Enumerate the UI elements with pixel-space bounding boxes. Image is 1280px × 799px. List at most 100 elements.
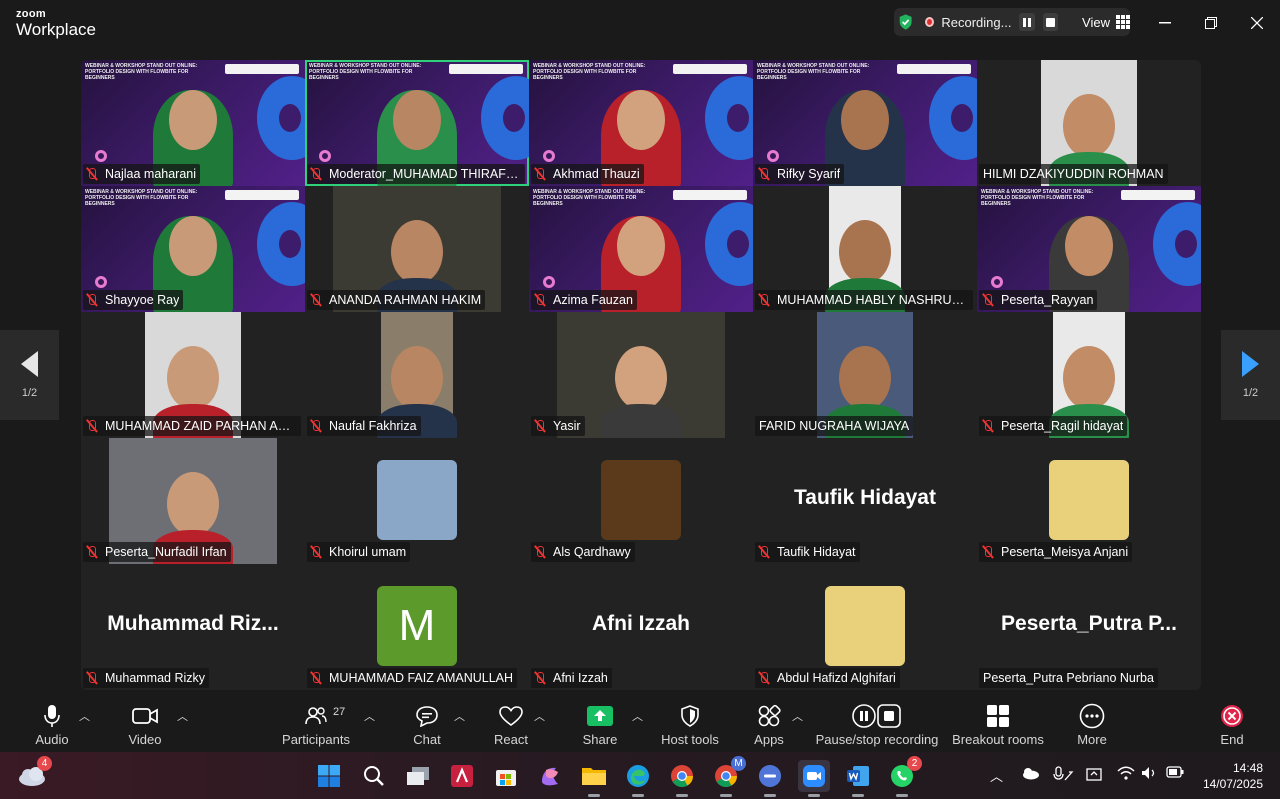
participant-face: [1065, 216, 1113, 276]
participant-name: MUHAMMAD FAIZ AMANULLAH: [329, 671, 514, 685]
weather-widget[interactable]: 4: [16, 756, 52, 792]
next-page-button[interactable]: 1/2: [1221, 330, 1280, 420]
minimize-button[interactable]: [1142, 0, 1188, 45]
copilot-app[interactable]: [534, 760, 566, 792]
taskbar-search[interactable]: [358, 760, 390, 792]
ring-graphic-icon: [991, 276, 1003, 288]
play-graphic-icon: [257, 76, 305, 160]
participants-button[interactable]: Participants: [282, 696, 350, 752]
participant-name: MUHAMMAD HABLY NASHRULLAH: [777, 293, 969, 307]
file-explorer[interactable]: [578, 760, 610, 797]
participant-tile[interactable]: Yasir: [529, 312, 753, 438]
participant-tile[interactable]: WEBINAR & WORKSHOP STAND OUT ONLINE: POR…: [753, 60, 977, 186]
more-button[interactable]: More: [1070, 696, 1114, 752]
edge-browser[interactable]: [622, 760, 654, 797]
share-options-caret[interactable]: ︿: [632, 708, 643, 724]
play-graphic-icon: [257, 202, 305, 286]
sponsor-logos: [673, 64, 747, 74]
participant-tile[interactable]: FARID NUGRAHA WIJAYA: [753, 312, 977, 438]
system-clock[interactable]: 14:48 14/07/2025: [1203, 760, 1263, 792]
chat-button[interactable]: Chat: [405, 696, 449, 752]
pause-stop-recording-button[interactable]: Pause/stop recording: [815, 696, 939, 752]
participant-tile[interactable]: Peserta_Putra P... Peserta_Putra Pebriano…: [977, 564, 1201, 690]
apps-options-caret[interactable]: ︿: [792, 708, 803, 724]
microsoft-store[interactable]: [490, 760, 522, 792]
participant-tile[interactable]: WEBINAR & WORKSHOP STAND OUT ONLINE: POR…: [529, 60, 753, 186]
chrome-profile-m[interactable]: M: [710, 756, 746, 797]
participant-tile[interactable]: Peserta_Ragil hidayat: [977, 312, 1201, 438]
name-tag: Afni Izzah: [531, 668, 612, 688]
zoom-app[interactable]: [798, 760, 830, 797]
muted-mic-icon: [533, 167, 547, 181]
mic-in-use-icon[interactable]: [1052, 766, 1074, 785]
webinar-banner-text: WEBINAR & WORKSHOP STAND OUT ONLINE: POR…: [981, 189, 1094, 207]
share-button[interactable]: Share: [578, 696, 622, 752]
canva-app[interactable]: [754, 760, 786, 797]
participant-tile[interactable]: MUHAMMAD ZAID PARHAN ADRI...: [81, 312, 305, 438]
participant-face: [169, 90, 217, 150]
ring-graphic-icon: [543, 276, 555, 288]
participant-tile[interactable]: MUHAMMAD HABLY NASHRULLAH: [753, 186, 977, 312]
sponsor-logos: [449, 64, 523, 74]
zoom-icon: [803, 765, 825, 787]
end-meeting-button[interactable]: End: [1210, 696, 1254, 752]
participant-name: Azima Fauzan: [553, 293, 633, 307]
ring-graphic-icon: [543, 150, 555, 162]
participant-tile[interactable]: ANANDA RAHMAN HAKIM: [305, 186, 529, 312]
audio-options-caret[interactable]: ︿: [79, 708, 90, 724]
wifi-icon[interactable]: [1117, 766, 1135, 783]
participant-tile[interactable]: WEBINAR & WORKSHOP STAND OUT ONLINE: POR…: [977, 186, 1201, 312]
show-hidden-icons-caret[interactable]: ︿: [990, 766, 1003, 785]
participant-tile[interactable]: HILMI DZAKIYUDDIN ROHMAN: [977, 60, 1201, 186]
task-view-button[interactable]: [402, 760, 434, 792]
react-options-caret[interactable]: ︿: [534, 708, 545, 724]
participant-tile[interactable]: Muhammad Riz... Muhammad Rizky: [81, 564, 305, 690]
word-app[interactable]: [842, 760, 874, 797]
participant-tile[interactable]: Afni Izzah Afni Izzah: [529, 564, 753, 690]
audio-button[interactable]: Audio: [30, 696, 74, 752]
participant-tile[interactable]: WEBINAR & WORKSHOP STAND OUT ONLINE: POR…: [305, 60, 529, 186]
participant-face: [169, 216, 217, 276]
participant-tile[interactable]: WEBINAR & WORKSHOP STAND OUT ONLINE: POR…: [81, 60, 305, 186]
volume-icon[interactable]: [1141, 766, 1157, 783]
previous-page-button[interactable]: 1/2: [0, 330, 59, 420]
security-shield-icon[interactable]: [898, 12, 913, 32]
participant-tile[interactable]: Als Qardhawy: [529, 438, 753, 564]
view-button[interactable]: View: [1082, 15, 1110, 30]
maximize-button[interactable]: [1188, 0, 1234, 45]
stop-recording-button[interactable]: [1042, 13, 1059, 31]
grid-view-icon[interactable]: [1115, 15, 1130, 29]
participant-tile[interactable]: Naufal Fakhriza: [305, 312, 529, 438]
host-tools-button[interactable]: Host tools: [656, 696, 724, 752]
video-options-caret[interactable]: ︿: [177, 708, 188, 724]
participant-tile[interactable]: Taufik Hidayat Taufik Hidayat: [753, 438, 977, 564]
participant-tile[interactable]: Abdul Hafizd Alghifari: [753, 564, 977, 690]
start-button[interactable]: [313, 760, 345, 792]
react-button[interactable]: React: [489, 696, 533, 752]
display-icon[interactable]: [1086, 766, 1104, 785]
participant-face: [393, 90, 441, 150]
breakout-rooms-button[interactable]: Breakout rooms: [951, 696, 1045, 752]
chat-options-caret[interactable]: ︿: [454, 708, 465, 724]
onedrive-icon[interactable]: [1020, 766, 1040, 783]
participant-tile[interactable]: WEBINAR & WORKSHOP STAND OUT ONLINE: POR…: [529, 186, 753, 312]
participants-options-caret[interactable]: ︿: [364, 708, 375, 724]
muted-mic-icon: [85, 167, 99, 181]
video-button[interactable]: Video: [123, 696, 167, 752]
chrome-browser[interactable]: [666, 760, 698, 797]
whatsapp-app[interactable]: 2: [886, 756, 922, 797]
participant-tile[interactable]: Peserta_Meisya Anjani: [977, 438, 1201, 564]
participant-tile[interactable]: M MUHAMMAD FAIZ AMANULLAH: [305, 564, 529, 690]
close-button[interactable]: [1234, 0, 1280, 45]
participant-tile[interactable]: Peserta_Nurfadil Irfan: [81, 438, 305, 564]
participant-tile[interactable]: Khoirul umam: [305, 438, 529, 564]
apps-button[interactable]: Apps: [747, 696, 791, 752]
sponsor-logos: [225, 190, 299, 200]
pause-recording-button[interactable]: [1019, 13, 1035, 31]
battery-icon[interactable]: [1166, 766, 1184, 781]
store-icon: [496, 770, 516, 786]
taskbar-app-red[interactable]: [446, 760, 478, 792]
profile-picture: [1049, 460, 1129, 540]
participant-tile[interactable]: WEBINAR & WORKSHOP STAND OUT ONLINE: POR…: [81, 186, 305, 312]
play-graphic-icon: [481, 76, 529, 160]
